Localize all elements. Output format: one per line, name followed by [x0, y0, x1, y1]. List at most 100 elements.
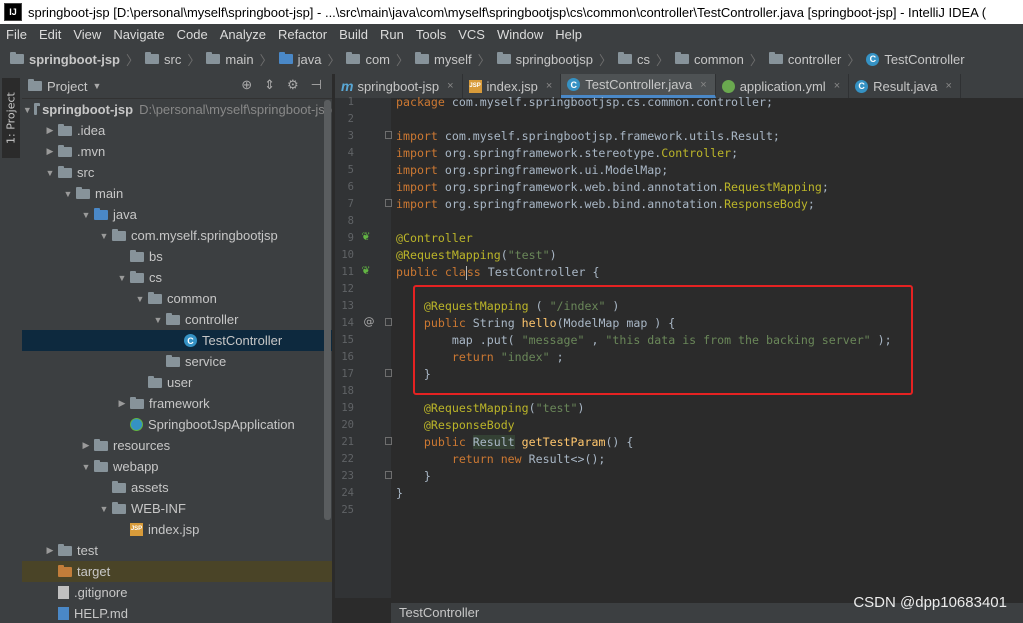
tree-item[interactable]: ▶ resources [22, 435, 332, 456]
menu-navigate[interactable]: Navigate [107, 27, 170, 42]
menu-window[interactable]: Window [491, 27, 549, 42]
editor-tab[interactable]: C Result.java × [849, 74, 961, 98]
tree-item[interactable]: ▶ test [22, 540, 332, 561]
fold-marker[interactable] [385, 131, 392, 139]
collapsed-arrow-icon[interactable]: ▶ [44, 125, 56, 136]
fold-marker[interactable] [385, 471, 392, 479]
breadcrumb-separator: 〉 [477, 52, 491, 68]
tree-item[interactable]: ▼ WEB-INF [22, 498, 332, 519]
menu-edit[interactable]: Edit [33, 27, 67, 42]
breadcrumb-item[interactable]: C TestController [864, 52, 966, 67]
expanded-arrow-icon[interactable]: ▼ [98, 231, 110, 241]
menu-run[interactable]: Run [374, 27, 410, 42]
tree-item[interactable]: ▼ java [22, 204, 332, 225]
menu-view[interactable]: View [67, 27, 107, 42]
folder-icon [112, 501, 126, 514]
tree-item[interactable]: ▶ .idea [22, 120, 332, 141]
tree-item[interactable]: .gitignore [22, 582, 332, 603]
tree-item-label: common [167, 291, 217, 306]
tree-item[interactable]: ▼ main [22, 183, 332, 204]
tree-item[interactable]: HELP.md [22, 603, 332, 623]
breadcrumb-label: TestController [884, 51, 965, 67]
project-panel-title[interactable]: Project [47, 79, 87, 94]
folder-icon [166, 354, 180, 367]
bean-class-icon[interactable]: ❦ [360, 265, 372, 277]
collapsed-arrow-icon[interactable]: ▶ [80, 440, 92, 451]
menu-build[interactable]: Build [333, 27, 374, 42]
breadcrumb-item[interactable]: controller [767, 52, 843, 67]
gear-icon[interactable]: ⚙ [287, 77, 299, 93]
menu-vcs[interactable]: VCS [452, 27, 491, 42]
expanded-arrow-icon[interactable]: ▼ [80, 462, 92, 472]
breadcrumb-item[interactable]: springbootjsp [495, 52, 595, 67]
menu-refactor[interactable]: Refactor [272, 27, 333, 42]
breadcrumb-separator: 〉 [187, 52, 201, 68]
tree-item[interactable]: SpringbootJspApplication [22, 414, 332, 435]
tree-item[interactable]: user [22, 372, 332, 393]
menu-file[interactable]: File [0, 27, 33, 42]
tree-item[interactable]: service [22, 351, 332, 372]
tree-item[interactable]: ▼ springboot-jsp D:\personal\myself\spring… [22, 99, 332, 120]
fold-marker[interactable] [385, 199, 392, 207]
fold-marker[interactable] [385, 437, 392, 445]
tree-item[interactable]: ▼ com.myself.springbootjsp [22, 225, 332, 246]
breadcrumb-item[interactable]: myself [413, 52, 474, 67]
tree-item[interactable]: ▼ cs [22, 267, 332, 288]
locate-icon[interactable]: ⊕ [241, 77, 252, 93]
breadcrumb-item[interactable]: src [143, 52, 183, 67]
fold-marker[interactable] [385, 369, 392, 377]
tree-item[interactable]: C TestController [22, 330, 332, 351]
tree-item[interactable]: JSP index.jsp [22, 519, 332, 540]
chevron-down-icon[interactable]: ▼ [92, 81, 101, 91]
tree-item[interactable]: ▼ src [22, 162, 332, 183]
project-scrollbar[interactable] [324, 100, 331, 520]
breadcrumb-item[interactable]: cs [616, 52, 652, 67]
close-icon[interactable]: × [546, 80, 552, 92]
tree-item-label: main [95, 186, 124, 201]
bean-icon[interactable]: ❦ [360, 231, 372, 243]
menu-analyze[interactable]: Analyze [214, 27, 272, 42]
tree-item[interactable]: bs [22, 246, 332, 267]
close-icon[interactable]: × [834, 80, 840, 92]
menu-code[interactable]: Code [171, 27, 214, 42]
tree-item[interactable]: target [22, 561, 332, 582]
breadcrumb-item[interactable]: main [204, 52, 255, 67]
project-tool-tab[interactable]: 1: Project [2, 78, 20, 158]
expanded-arrow-icon[interactable]: ▼ [80, 210, 92, 220]
tree-item[interactable]: ▶ framework [22, 393, 332, 414]
expanded-arrow-icon[interactable]: ▼ [152, 315, 164, 325]
tree-item[interactable]: assets [22, 477, 332, 498]
expanded-arrow-icon[interactable]: ▼ [44, 168, 56, 178]
editor-tab-label: springboot-jsp [357, 78, 440, 94]
expanded-arrow-icon[interactable]: ▼ [98, 504, 110, 514]
breadcrumb-item[interactable]: springboot-jsp [0, 52, 122, 67]
menu-help[interactable]: Help [549, 27, 588, 42]
tree-item[interactable]: ▼ common [22, 288, 332, 309]
close-icon[interactable]: × [945, 80, 951, 92]
breadcrumb-item[interactable]: java [277, 52, 324, 67]
expanded-arrow-icon[interactable]: ▼ [62, 189, 74, 199]
close-icon[interactable]: × [700, 79, 706, 91]
jsp-file-icon: JSP [468, 79, 482, 93]
expanded-arrow-icon[interactable]: ▼ [134, 294, 146, 304]
hide-icon[interactable]: ⊣ [311, 77, 322, 93]
collapsed-arrow-icon[interactable]: ▶ [44, 545, 56, 556]
menu-tools[interactable]: Tools [410, 27, 452, 42]
request-mapping-icon[interactable]: @ [363, 316, 375, 328]
tree-item-label: java [113, 207, 137, 222]
tree-item-label: WEB-INF [131, 501, 186, 516]
close-icon[interactable]: × [447, 80, 453, 92]
tree-item[interactable]: ▼ webapp [22, 456, 332, 477]
fold-marker[interactable] [385, 318, 392, 326]
collapsed-arrow-icon[interactable]: ▶ [116, 398, 128, 409]
tree-item[interactable]: ▶ .mvn [22, 141, 332, 162]
tree-item-label: framework [149, 396, 210, 411]
breadcrumb-item[interactable]: common [673, 52, 746, 67]
collapsed-arrow-icon[interactable]: ▶ [44, 146, 56, 157]
tree-item[interactable]: ▼ controller [22, 309, 332, 330]
editor-breadcrumb-class[interactable]: TestController [399, 605, 479, 620]
expanded-arrow-icon[interactable]: ▼ [116, 273, 128, 283]
collapse-all-icon[interactable]: ⇕ [264, 77, 275, 93]
expanded-arrow-icon[interactable]: ▼ [23, 105, 32, 115]
breadcrumb-item[interactable]: com [344, 52, 392, 67]
